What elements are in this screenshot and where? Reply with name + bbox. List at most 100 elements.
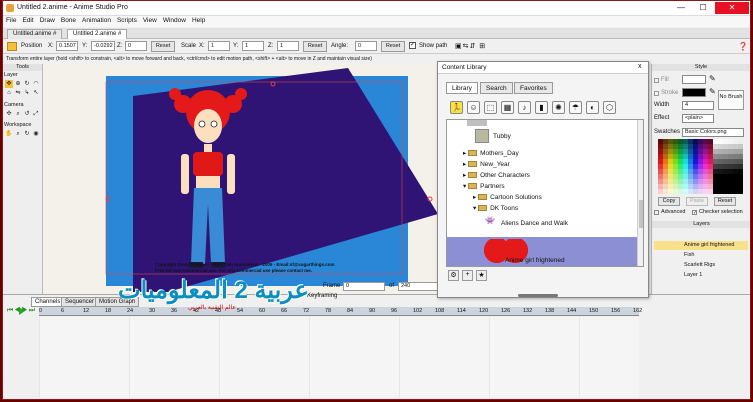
- pick-icon[interactable]: ↖: [32, 89, 40, 97]
- stroke-eyedropper-icon[interactable]: ✎: [709, 87, 716, 96]
- checker-selection-checkbox[interactable]: ✓: [692, 210, 697, 216]
- library-favorite-icon[interactable]: ★: [476, 270, 487, 281]
- effect-select[interactable]: <plain>: [682, 114, 714, 123]
- library-item-dk-toons[interactable]: ▾ DK Toons: [473, 204, 518, 213]
- swatch-grid[interactable]: [658, 139, 746, 194]
- maximize-button[interactable]: ☐: [693, 2, 713, 14]
- fill-color-swatch[interactable]: [682, 75, 706, 84]
- menu-edit[interactable]: Edit: [19, 16, 36, 25]
- roll-camera-icon[interactable]: ↺: [23, 110, 31, 118]
- pan-tilt-icon[interactable]: ⤢: [32, 110, 40, 118]
- library-settings-icon[interactable]: ⚙: [448, 270, 459, 281]
- category-image-icon[interactable]: ▦: [501, 101, 514, 114]
- category-effects-icon[interactable]: ◐: [586, 101, 599, 114]
- tab-untitled[interactable]: Untitled.anime #: [7, 29, 63, 39]
- library-tab-favorites[interactable]: Favorites: [514, 82, 553, 94]
- category-particles-icon[interactable]: ✺: [552, 101, 565, 114]
- menu-bone[interactable]: Bone: [58, 16, 79, 25]
- scale-x-input[interactable]: 1: [208, 41, 230, 51]
- position-y-input[interactable]: -0.0292: [91, 41, 115, 51]
- menu-draw[interactable]: Draw: [37, 16, 58, 25]
- stroke-color-swatch[interactable]: [682, 88, 706, 97]
- swatches-select[interactable]: Basic Colors.png: [682, 128, 744, 137]
- menu-window[interactable]: Window: [160, 16, 189, 25]
- library-item-other-characters[interactable]: ▸ Other Characters: [463, 171, 530, 180]
- menu-scripts[interactable]: Scripts: [114, 16, 140, 25]
- library-item-new-year[interactable]: ▸ New_Year: [463, 160, 510, 169]
- angle-input[interactable]: 0: [355, 41, 377, 51]
- scale-z-input[interactable]: 1: [277, 41, 299, 51]
- library-scrollbar[interactable]: [637, 120, 643, 266]
- close-button[interactable]: ✕: [715, 2, 749, 14]
- layer-row-fish[interactable]: Fish: [654, 251, 748, 260]
- library-item-anime-girl[interactable]: Anime girl frightened: [447, 237, 637, 266]
- layer-row-scarlett[interactable]: Scarlett Rigs: [654, 261, 748, 270]
- category-3d-icon[interactable]: ⬡: [603, 101, 616, 114]
- help-icon[interactable]: ❓: [738, 42, 748, 51]
- tab-sequencer[interactable]: Sequencer: [61, 297, 99, 307]
- zoom-workspace-icon[interactable]: ⌕: [14, 130, 22, 138]
- category-all-icon[interactable]: 🏃: [450, 101, 463, 114]
- reset-position-button[interactable]: Reset: [151, 41, 175, 52]
- layer-row-layer1[interactable]: Layer 1: [654, 271, 748, 280]
- category-video-icon[interactable]: ▮: [535, 101, 548, 114]
- scale-y-input[interactable]: 1: [242, 41, 264, 51]
- reset-style-button[interactable]: Reset: [714, 197, 736, 206]
- no-brush-button[interactable]: No Brush: [718, 90, 744, 110]
- timeline-tracks[interactable]: [39, 317, 639, 397]
- follow-path-icon[interactable]: ↳: [23, 89, 31, 97]
- library-tab-library[interactable]: Library: [446, 82, 478, 94]
- library-item-cartoon-solutions[interactable]: ▸ Cartoon Solutions: [473, 193, 542, 202]
- fill-eyedropper-icon[interactable]: ✎: [709, 74, 716, 83]
- library-tab-search[interactable]: Search: [480, 82, 513, 94]
- library-item-aliens[interactable]: 👾 Aliens Dance and Walk: [485, 216, 568, 228]
- menu-help[interactable]: Help: [189, 16, 208, 25]
- library-item-mothers-day[interactable]: ▸ Mothers_Day: [463, 149, 519, 158]
- show-path-checkbox[interactable]: ✓: [409, 42, 416, 49]
- orbit-workspace-icon[interactable]: ◉: [32, 130, 40, 138]
- stroke-checkbox[interactable]: [654, 91, 659, 96]
- category-weather-icon[interactable]: ☂: [569, 101, 582, 114]
- library-tree[interactable]: Tubby ▸ Mothers_Day ▸ New_Year ▸ Other C…: [446, 119, 644, 267]
- advanced-checkbox[interactable]: [654, 210, 659, 215]
- menu-view[interactable]: View: [140, 16, 160, 25]
- total-frames-input[interactable]: 240: [398, 282, 438, 291]
- transform-layer-tool-icon[interactable]: ✥: [5, 80, 13, 88]
- rotate-workspace-icon[interactable]: ↻: [23, 130, 31, 138]
- shear-icon[interactable]: ⌂: [5, 89, 13, 97]
- library-item-partners[interactable]: ▾ Partners: [463, 182, 505, 191]
- track-camera-icon[interactable]: ✣: [5, 110, 13, 118]
- canvas-viewport[interactable]: Copyright David Rodgers - Rich Dim Anima…: [43, 64, 439, 294]
- set-origin-icon[interactable]: ⊕: [14, 80, 22, 88]
- reset-scale-button[interactable]: Reset: [303, 41, 327, 52]
- library-resize-handle[interactable]: [518, 294, 558, 297]
- tab-channels[interactable]: Channels: [31, 297, 65, 307]
- color-swatch[interactable]: [738, 189, 743, 194]
- width-input[interactable]: 4: [682, 101, 714, 110]
- library-close-button[interactable]: x: [638, 63, 642, 70]
- fill-checkbox[interactable]: [654, 78, 659, 83]
- library-add-icon[interactable]: +: [462, 270, 473, 281]
- tab-untitled-2[interactable]: Untitled 2.anime #: [67, 29, 128, 39]
- copy-button[interactable]: Copy: [658, 197, 680, 206]
- paste-button[interactable]: Paste: [686, 197, 708, 206]
- category-character-icon[interactable]: ☺: [467, 101, 480, 114]
- menu-file[interactable]: File: [3, 16, 19, 25]
- align-icons[interactable]: ▣⇆⇵ ⊞: [455, 42, 486, 50]
- position-z-input[interactable]: 0: [125, 41, 147, 51]
- library-item-tubby[interactable]: Tubby: [475, 129, 511, 143]
- category-prop-icon[interactable]: ⬚: [484, 101, 497, 114]
- playhead-icon[interactable]: [19, 307, 25, 315]
- zoom-camera-icon[interactable]: ⌕: [14, 110, 22, 118]
- layer-row-anime-girl[interactable]: Anime girl frightened: [654, 241, 748, 250]
- menu-animation[interactable]: Animation: [79, 16, 114, 25]
- rotate-layer-icon[interactable]: ↻: [23, 80, 31, 88]
- pan-workspace-icon[interactable]: ✋: [5, 130, 13, 138]
- rotate-xy-icon[interactable]: ◠: [32, 80, 40, 88]
- category-audio-icon[interactable]: ♪: [518, 101, 531, 114]
- frame-input[interactable]: 0: [343, 282, 385, 291]
- position-x-input[interactable]: 0.1507: [56, 41, 78, 51]
- minimize-button[interactable]: —: [671, 2, 691, 14]
- reset-angle-button[interactable]: Reset: [381, 41, 405, 52]
- flip-icon[interactable]: ⇋: [14, 89, 22, 97]
